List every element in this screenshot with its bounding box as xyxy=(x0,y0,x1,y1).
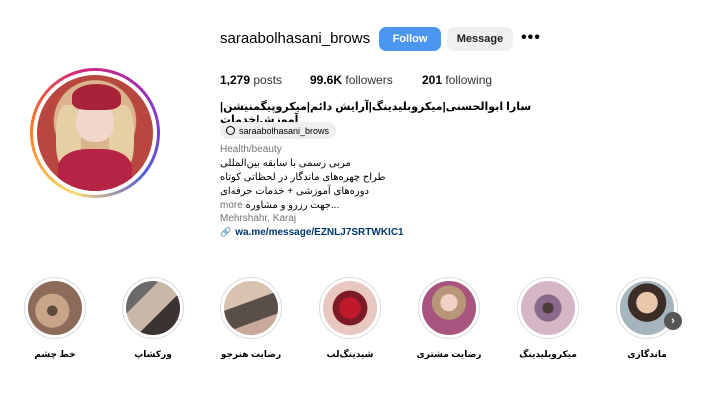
followers-count: 99.6K xyxy=(310,73,343,87)
highlight-microblading[interactable]: میکروبلیدینگ xyxy=(513,277,583,360)
bio-line: دوره‌های آموزشی + خدمات حرفه‌ای xyxy=(220,186,369,197)
lip-shading-photo-icon xyxy=(323,281,377,335)
threads-icon xyxy=(226,126,235,135)
profile-username: saraabolhasani_brows xyxy=(220,30,371,47)
bio-line: مربی رسمی با سابقه بین‌المللی xyxy=(220,158,351,169)
highlight-label: رضایت هنرجو xyxy=(220,349,282,359)
highlight-ring xyxy=(122,277,184,339)
avatar-clothing xyxy=(57,149,133,191)
highlight-label: میکروبلیدینگ xyxy=(519,349,577,359)
profile-avatar-frame xyxy=(33,71,157,195)
following-count: 201 xyxy=(422,73,443,87)
story-highlights: خط چشم ورکشاپ رضایت هنرجو شیدینگ‌لب رضای… xyxy=(20,277,690,367)
chevron-right-icon[interactable]: › xyxy=(664,312,682,330)
message-button[interactable]: Message xyxy=(447,27,513,51)
highlight-ring xyxy=(616,277,678,339)
followers-stat[interactable]: 99.6K followers xyxy=(310,73,393,87)
bio-line: طراح چهره‌های ماندگار در لحظاتی کوتاه xyxy=(220,172,386,183)
posts-label: posts xyxy=(253,73,283,87)
profile-category: Health/beauty xyxy=(220,144,282,155)
bio-more-link[interactable]: more xyxy=(220,200,243,211)
posts-count: 1,279 xyxy=(220,73,251,87)
link-icon: 🔗 xyxy=(220,227,232,237)
student-satisfaction-photo-icon xyxy=(224,281,278,335)
customer-satisfaction-photo-icon xyxy=(422,281,476,335)
highlight-label: خط چشم xyxy=(34,349,76,359)
threads-handle: saraabolhasani_brows xyxy=(239,125,330,136)
bio-line-text: ...جهت رزرو و مشاوره xyxy=(245,200,340,211)
following-stat[interactable]: 201 following xyxy=(422,73,492,87)
followers-label: followers xyxy=(345,73,393,87)
profile-location: Mehrshahr, Karaj xyxy=(220,213,297,224)
posts-stat: 1,279 posts xyxy=(220,73,282,87)
highlight-eyeliner[interactable]: خط چشم xyxy=(20,277,90,360)
more-options-icon[interactable]: ••• xyxy=(521,29,541,47)
highlight-customer-satisfaction[interactable]: رضایت مشتری xyxy=(414,277,484,360)
highlight-student-satisfaction[interactable]: رضایت هنرجو xyxy=(216,277,286,360)
highlight-label: رضایت مشتری xyxy=(416,349,482,359)
follow-button[interactable]: Follow xyxy=(379,27,441,51)
threads-badge[interactable]: saraabolhasani_brows xyxy=(220,122,337,139)
profile-avatar-ring[interactable] xyxy=(30,68,160,198)
highlight-ring xyxy=(319,277,381,339)
profile-external-link[interactable]: 🔗 wa.me/message/EZNLJ7SRTWKIC1 xyxy=(220,227,404,238)
highlight-lip-shading[interactable]: شیدینگ‌لب xyxy=(315,277,385,360)
highlight-ring xyxy=(220,277,282,339)
profile-avatar[interactable] xyxy=(37,75,153,191)
avatar-headwear xyxy=(71,84,121,110)
highlight-label: ورکشاپ xyxy=(134,349,172,359)
bio-line-last: ...جهت رزرو و مشاوره more xyxy=(220,200,339,211)
highlight-label: ماندگاری xyxy=(627,349,667,359)
highlight-ring xyxy=(418,277,480,339)
workshop-photo-icon xyxy=(126,281,180,335)
profile-link-text[interactable]: wa.me/message/EZNLJ7SRTWKIC1 xyxy=(235,227,403,238)
following-label: following xyxy=(445,73,493,87)
highlight-ring xyxy=(517,277,579,339)
highlight-workshop[interactable]: ورکشاپ xyxy=(118,277,188,360)
highlight-ring xyxy=(24,277,86,339)
eyeliner-photo-icon xyxy=(28,281,82,335)
highlight-label: شیدینگ‌لب xyxy=(326,349,374,359)
microblading-photo-icon xyxy=(521,281,575,335)
